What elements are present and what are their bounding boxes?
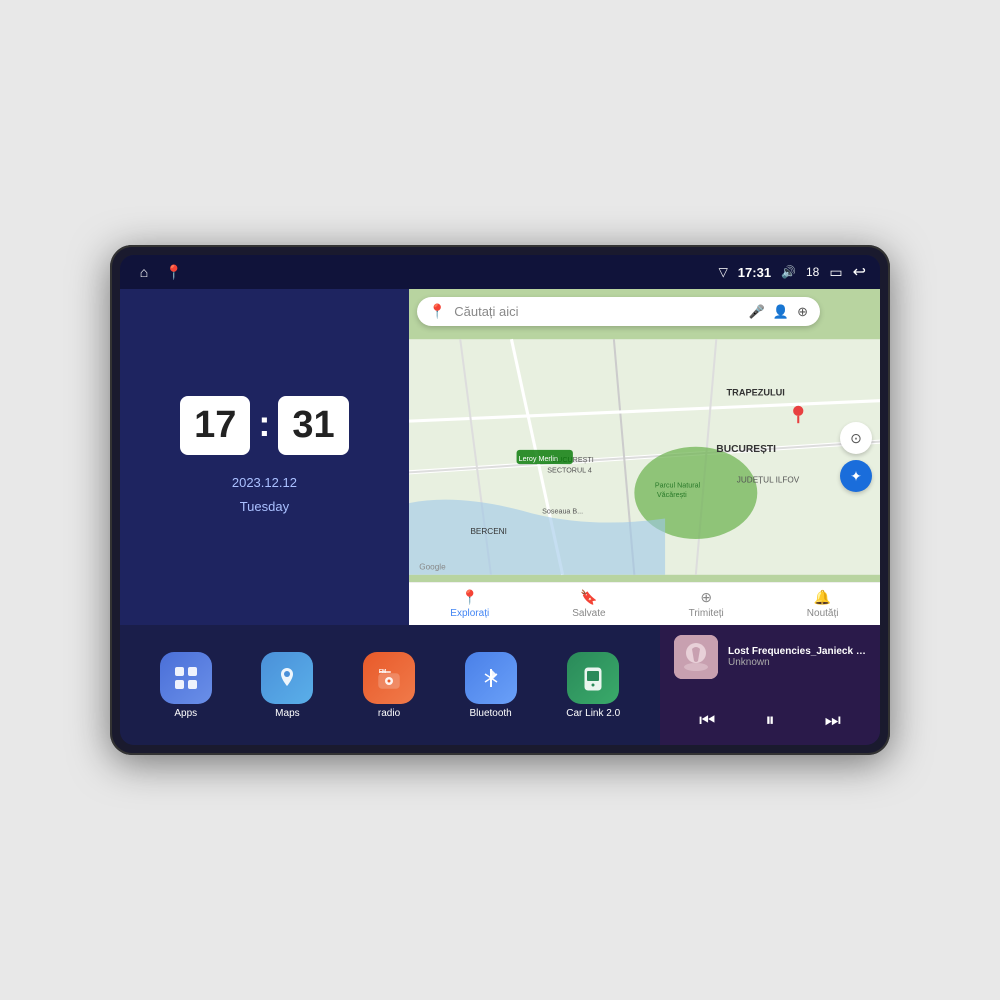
clock-colon: : [258, 403, 270, 445]
battery-icon: ▭ [829, 264, 842, 281]
apps-row: Apps Maps [120, 625, 660, 745]
status-left-icons: ⌂ 📍 [134, 262, 184, 282]
maps-icon [261, 652, 313, 704]
music-panel: Lost Frequencies_Janieck Devy-... Unknow… [660, 625, 880, 745]
map-search-pin-icon: 📍 [429, 303, 446, 320]
status-time: 17:31 [738, 265, 771, 280]
main-content: 17 : 31 2023.12.12 Tuesday [120, 289, 880, 745]
music-artist: Unknown [728, 657, 866, 668]
apps-icon [160, 652, 212, 704]
map-background: TRAPEZULUI BUCUREȘTI JUDEȚUL ILFOV BERCE… [409, 289, 880, 625]
news-icon: 🔔 [814, 589, 831, 606]
music-play-pause-button[interactable]: ⏸ [765, 710, 774, 731]
svg-text:BUCUREȘTI: BUCUREȘTI [716, 444, 776, 455]
bluetooth-label: Bluetooth [469, 708, 511, 719]
music-prev-button[interactable]: ⏮ [699, 710, 715, 731]
music-info: Lost Frequencies_Janieck Devy-... Unknow… [674, 635, 866, 679]
back-icon[interactable]: ↩ [853, 262, 866, 282]
app-item-apps[interactable]: Apps [160, 652, 212, 719]
map-location-btn[interactable]: ⊙ [840, 422, 872, 454]
bottom-section: Apps Maps [120, 625, 880, 745]
nav-down-icon: ▽ [719, 265, 728, 279]
explore-icon: 📍 [461, 589, 478, 606]
clock-date: 2023.12.12 Tuesday [232, 471, 297, 518]
music-thumbnail [674, 635, 718, 679]
map-nav-saved[interactable]: 🔖 Salvate [572, 589, 605, 619]
map-search-bar[interactable]: 📍 Căutați aici 🎤 👤 ⊕ [417, 297, 820, 326]
carlink-icon [567, 652, 619, 704]
bluetooth-icon-wrap [465, 652, 517, 704]
volume-icon: 🔊 [781, 265, 796, 279]
map-account-icon[interactable]: 👤 [773, 304, 789, 320]
music-next-button[interactable]: ⏭ [825, 710, 841, 731]
status-right-info: ▽ 17:31 🔊 18 ▭ ↩ [719, 262, 866, 282]
radio-icon: FM [363, 652, 415, 704]
svg-text:TRAPEZULUI: TRAPEZULUI [726, 388, 784, 398]
app-item-radio[interactable]: FM radio [363, 652, 415, 719]
map-controls: ⊙ ✦ [840, 422, 872, 492]
svg-text:BERCENI: BERCENI [470, 527, 506, 536]
music-meta: Lost Frequencies_Janieck Devy-... Unknow… [728, 646, 866, 668]
map-panel[interactable]: TRAPEZULUI BUCUREȘTI JUDEȚUL ILFOV BERCE… [409, 289, 880, 625]
app-item-bluetooth[interactable]: Bluetooth [465, 652, 517, 719]
clock-panel: 17 : 31 2023.12.12 Tuesday [120, 289, 409, 625]
svg-text:JUDEȚUL ILFOV: JUDEȚUL ILFOV [737, 476, 800, 485]
clock-display: 17 : 31 [180, 396, 349, 455]
map-bottom-nav: 📍 Explorați 🔖 Salvate ⊕ Trimiteți 🔔 [409, 582, 880, 625]
map-nav-share[interactable]: ⊕ Trimiteți [689, 589, 724, 619]
svg-text:Parcul Natural: Parcul Natural [655, 482, 701, 490]
svg-text:FM: FM [379, 669, 386, 675]
map-compass-btn[interactable]: ✦ [840, 460, 872, 492]
map-voice-icon[interactable]: 🎤 [749, 304, 765, 320]
app-item-carlink[interactable]: Car Link 2.0 [566, 652, 620, 719]
svg-text:Văcărești: Văcărești [657, 491, 687, 499]
map-nav-news[interactable]: 🔔 Noutăți [807, 589, 839, 619]
radio-label: radio [378, 708, 400, 719]
saved-icon: 🔖 [580, 589, 597, 606]
svg-text:SECTORUL 4: SECTORUL 4 [547, 466, 592, 474]
svg-text:Google: Google [419, 563, 446, 572]
share-icon: ⊕ [700, 589, 712, 606]
svg-text:Soseaua B...: Soseaua B... [542, 507, 583, 515]
home-icon[interactable]: ⌂ [134, 262, 154, 282]
maps-label: Maps [275, 708, 299, 719]
carlink-label: Car Link 2.0 [566, 708, 620, 719]
map-layers-icon[interactable]: ⊕ [797, 304, 808, 320]
top-section: 17 : 31 2023.12.12 Tuesday [120, 289, 880, 625]
maps-nav-icon[interactable]: 📍 [164, 262, 184, 282]
app-item-maps[interactable]: Maps [261, 652, 313, 719]
map-nav-explore[interactable]: 📍 Explorați [450, 589, 489, 619]
signal-value: 18 [806, 265, 819, 279]
clock-minute: 31 [278, 396, 348, 455]
music-title: Lost Frequencies_Janieck Devy-... [728, 646, 866, 657]
music-controls: ⏮ ⏸ ⏭ [674, 706, 866, 735]
clock-hour: 17 [180, 396, 250, 455]
screen: ⌂ 📍 ▽ 17:31 🔊 18 ▭ ↩ 17 : [120, 255, 880, 745]
car-head-unit: ⌂ 📍 ▽ 17:31 🔊 18 ▭ ↩ 17 : [110, 245, 890, 755]
status-bar: ⌂ 📍 ▽ 17:31 🔊 18 ▭ ↩ [120, 255, 880, 289]
svg-text:Leroy Merlin: Leroy Merlin [518, 455, 557, 463]
map-search-placeholder: Căutați aici [454, 304, 740, 319]
map-search-icons: 🎤 👤 ⊕ [749, 304, 808, 320]
apps-label: Apps [174, 708, 197, 719]
